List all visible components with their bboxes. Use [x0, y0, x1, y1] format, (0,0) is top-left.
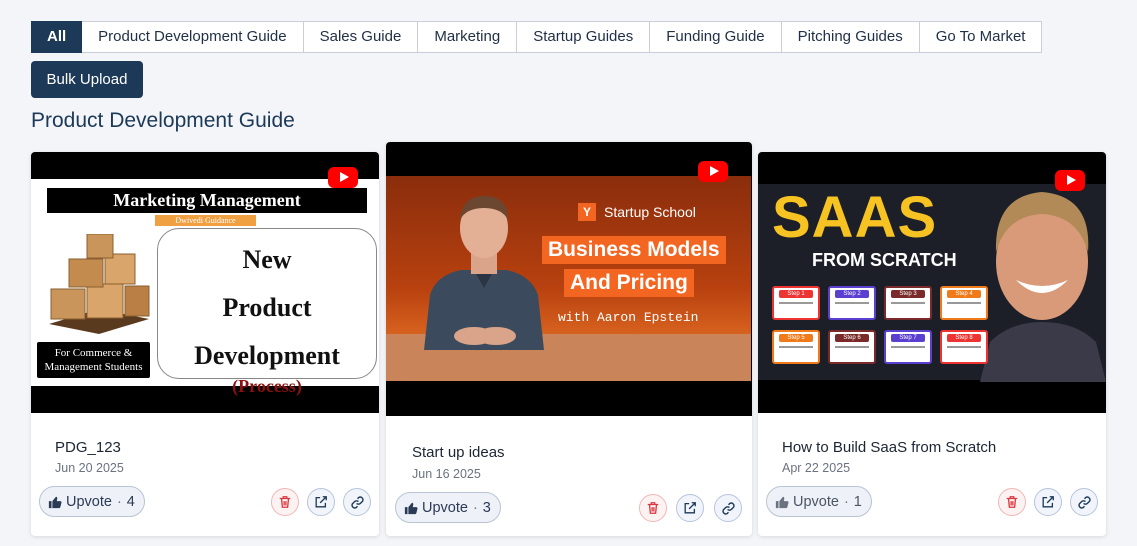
thumbnail-line: New: [242, 245, 292, 274]
upvote-count: 1: [853, 493, 862, 510]
tab-product-development-guide[interactable]: Product Development Guide: [82, 21, 304, 53]
tab-sales-guide[interactable]: Sales Guide: [303, 21, 419, 53]
thumbs-up-icon: [404, 502, 418, 514]
video-card[interactable]: Marketing Management Dwivedi Guidance Ne…: [31, 152, 379, 536]
step-card: Step 5: [772, 330, 820, 364]
external-link-icon: [315, 496, 327, 508]
open-external-button[interactable]: [1034, 488, 1062, 516]
step-card: Step 8: [940, 330, 988, 364]
step-card: Step 7: [884, 330, 932, 364]
trash-icon: [279, 496, 291, 508]
video-thumbnail[interactable]: Y Startup School Business Models And Pri…: [386, 142, 752, 416]
step-card: Step 6: [828, 330, 876, 364]
link-icon: [1077, 495, 1091, 509]
bulk-upload-button[interactable]: Bulk Upload: [31, 61, 143, 98]
card-date: Jun 20 2025: [55, 461, 124, 475]
card-title: How to Build SaaS from Scratch: [782, 439, 997, 456]
card-title: PDG_123: [55, 439, 121, 456]
card-date: Jun 16 2025: [412, 467, 481, 481]
thumbnail-note: For Commerce & Management Students: [37, 342, 150, 378]
category-tabs: All Product Development Guide Sales Guid…: [31, 21, 1043, 53]
step-card: Step 3: [884, 286, 932, 320]
thumbnail-banner: Marketing Management: [47, 188, 367, 213]
video-thumbnail[interactable]: Marketing Management Dwivedi Guidance Ne…: [31, 152, 379, 413]
tab-go-to-market[interactable]: Go To Market: [919, 21, 1043, 53]
step-card: Step 1: [772, 286, 820, 320]
card-title: Start up ideas: [412, 444, 505, 461]
tab-marketing[interactable]: Marketing: [418, 21, 518, 53]
presenter-illustration: [424, 196, 544, 350]
delete-button[interactable]: [998, 488, 1026, 516]
upvote-count: 3: [482, 499, 491, 516]
open-external-button[interactable]: [307, 488, 335, 516]
thumbnail-line: Development: [194, 341, 340, 370]
link-icon: [350, 495, 364, 509]
external-link-icon: [684, 502, 696, 514]
y-logo: Y: [578, 203, 596, 221]
youtube-play-icon[interactable]: [1055, 170, 1085, 191]
thumbs-up-icon: [775, 496, 789, 508]
youtube-play-icon[interactable]: [698, 161, 728, 182]
tab-all[interactable]: All: [31, 21, 83, 53]
upvote-label: Upvote: [793, 493, 839, 510]
thumbnail-line: And Pricing: [564, 269, 694, 297]
tab-pitching-guides[interactable]: Pitching Guides: [781, 21, 920, 53]
video-thumbnail[interactable]: SAAS FROM SCRATCH Step 1 Step 2 Step 3 S…: [758, 152, 1106, 413]
copy-link-button[interactable]: [714, 494, 742, 522]
copy-link-button[interactable]: [343, 488, 371, 516]
upvote-label: Upvote: [422, 499, 468, 516]
thumbnail-headline: SAAS: [772, 185, 938, 250]
thumbnail-presenter: with Aaron Epstein: [558, 310, 699, 325]
thumbnail-line: (Process): [232, 376, 302, 396]
thumbnail-brand-text: Startup School: [604, 204, 696, 220]
delete-button[interactable]: [271, 488, 299, 516]
thumbnail-line: Product: [222, 293, 312, 322]
upvote-button[interactable]: Upvote · 1: [766, 486, 872, 517]
copy-link-button[interactable]: [1070, 488, 1098, 516]
delete-button[interactable]: [639, 494, 667, 522]
video-card[interactable]: Y Startup School Business Models And Pri…: [386, 142, 752, 536]
link-icon: [721, 501, 735, 515]
upvote-button[interactable]: Upvote · 3: [395, 492, 501, 523]
external-link-icon: [1042, 496, 1054, 508]
trash-icon: [1006, 496, 1018, 508]
upvote-label: Upvote: [66, 493, 112, 510]
tab-funding-guide[interactable]: Funding Guide: [650, 21, 782, 53]
step-card: Step 4: [940, 286, 988, 320]
upvote-count: 4: [126, 493, 135, 510]
tab-startup-guides[interactable]: Startup Guides: [517, 21, 651, 53]
card-date: Apr 22 2025: [782, 461, 851, 475]
thumbnail-line: Business Models: [542, 236, 726, 264]
thumbnail-brand: Y Startup School: [578, 203, 696, 221]
youtube-play-icon[interactable]: [328, 167, 358, 188]
trash-icon: [647, 502, 659, 514]
thumbnail-headline-box: New Product Development (Process): [157, 228, 377, 396]
upvote-button[interactable]: Upvote · 4: [39, 486, 145, 517]
step-card: Step 2: [828, 286, 876, 320]
video-card[interactable]: SAAS FROM SCRATCH Step 1 Step 2 Step 3 S…: [758, 152, 1106, 536]
presenter-illustration: [980, 192, 1106, 382]
boxes-illustration: [49, 234, 150, 334]
thumbnail-tag: Dwivedi Guidance: [155, 215, 256, 226]
thumbnail-subheadline: FROM SCRATCH: [812, 250, 957, 270]
open-external-button[interactable]: [676, 494, 704, 522]
thumbs-up-icon: [48, 496, 62, 508]
section-title: Product Development Guide: [31, 109, 295, 132]
